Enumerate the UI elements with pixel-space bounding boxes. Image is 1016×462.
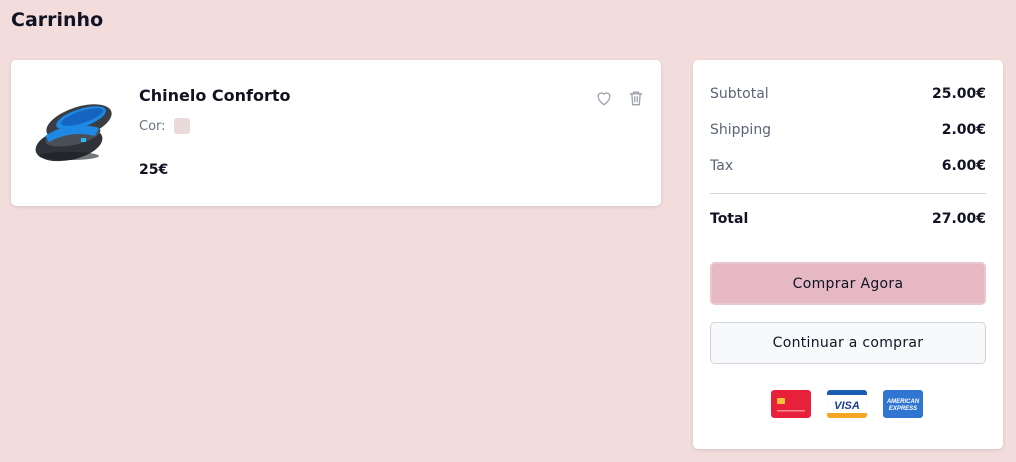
tax-value: 6.00€ [941,158,986,174]
trash-icon[interactable] [626,88,646,108]
product-image[interactable] [29,92,115,168]
buy-now-button[interactable]: Comprar Agora [710,262,986,305]
subtotal-value: 25.00€ [931,86,986,102]
continue-shopping-button[interactable]: Continuar a comprar [710,322,986,364]
credit-card-icon [771,390,811,418]
subtotal-row: Subtotal 25.00€ [710,86,986,102]
order-summary: Subtotal 25.00€ Shipping 2.00€ Tax 6.00€… [693,60,1003,449]
product-name[interactable]: Chinelo Conforto [139,86,291,105]
visa-icon: VISA [827,390,867,418]
svg-text:EXPRESS: EXPRESS [889,406,917,412]
amex-icon: AMERICAN EXPRESS [883,390,923,418]
cart-item: Chinelo Conforto Cor: 25€ [11,60,661,206]
heart-icon[interactable] [594,88,614,108]
shipping-value: 2.00€ [941,122,986,138]
payment-methods: VISA AMERICAN EXPRESS [771,390,923,418]
shipping-row: Shipping 2.00€ [710,122,986,138]
color-label: Cor: [139,118,166,134]
page-title: Carrinho [11,9,104,31]
svg-text:AMERICAN: AMERICAN [886,399,920,405]
shipping-label: Shipping [710,122,772,138]
total-row: Total 27.00€ [710,211,986,227]
product-price: 25€ [139,162,169,178]
tax-label: Tax [710,158,734,174]
total-label: Total [710,211,749,227]
color-swatch [173,118,190,134]
total-value: 27.00€ [931,211,986,227]
subtotal-label: Subtotal [710,86,769,102]
divider [710,193,986,194]
color-row: Cor: [139,118,190,134]
svg-text:VISA: VISA [834,400,860,412]
tax-row: Tax 6.00€ [710,158,986,174]
